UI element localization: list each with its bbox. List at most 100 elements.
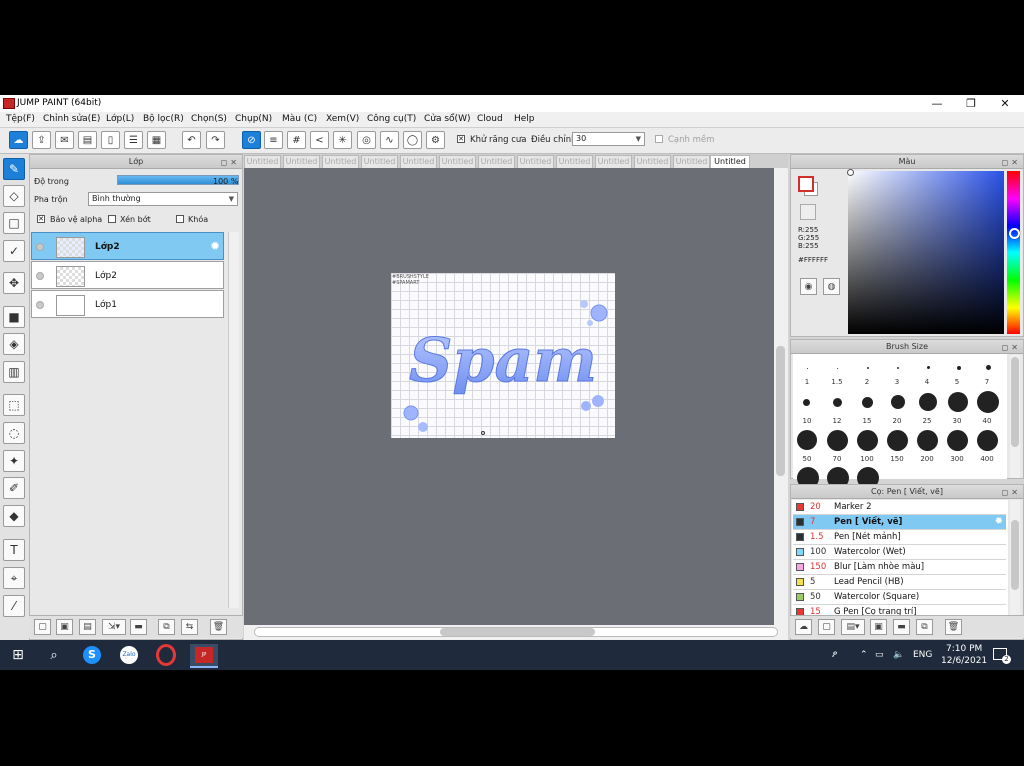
menu-window[interactable]: Cửa sổ(W)	[424, 114, 470, 124]
tab-untitled[interactable]: Untitled	[361, 155, 398, 168]
menu-select[interactable]: Chọn(S)	[191, 114, 227, 124]
brush-size-scrollbar[interactable]	[1010, 355, 1020, 478]
tray-chevron-icon[interactable]: ⌃	[860, 650, 868, 660]
eyedropper-tool-icon[interactable]: ⁄	[3, 595, 25, 617]
canvas-vertical-scrollbar[interactable]	[774, 168, 788, 625]
menu-help[interactable]: Help	[514, 114, 535, 124]
panel-close-icon[interactable]: ◻✕	[1002, 341, 1021, 354]
menu-color[interactable]: Màu (C)	[282, 114, 317, 124]
trash-icon[interactable]: 🗑	[210, 619, 227, 635]
ellipse-snap-icon[interactable]: ◯	[403, 131, 422, 149]
eraser-tool-icon[interactable]: ◇	[3, 185, 25, 207]
lock-checkbox[interactable]	[176, 215, 184, 223]
brush-menu-icon[interactable]: ▤▾	[841, 619, 865, 635]
lasso-tool-icon[interactable]: ◌	[3, 422, 25, 444]
search-icon[interactable]: ⌕	[42, 644, 66, 666]
cross-snap-icon[interactable]: #	[287, 131, 306, 149]
brush-item-blur[interactable]: 150 Blur [Làm nhòe màu]	[793, 560, 1006, 575]
export-icon[interactable]: ⇪	[32, 131, 51, 149]
scrollbar-thumb[interactable]	[1011, 357, 1019, 447]
circle-snap-icon[interactable]: ◎	[357, 131, 376, 149]
jump-paint-taskbar-icon[interactable]: JP	[190, 644, 218, 668]
scrollbar-thumb[interactable]	[776, 346, 785, 476]
canvas-horizontal-scrollbar[interactable]	[244, 625, 788, 640]
brush-size-grid[interactable]: 1 1.5 2 3 4 5 7 10 12 15 20 25 30 40 50 …	[793, 354, 1007, 489]
tab-untitled[interactable]: Untitled	[244, 155, 281, 168]
menu-cloud[interactable]: Cloud	[477, 114, 503, 124]
page-icon[interactable]: ▯	[101, 131, 120, 149]
menu-file[interactable]: Tệp(F)	[6, 114, 35, 124]
volume-icon[interactable]: 🔈	[893, 650, 904, 660]
brush-list-scrollbar[interactable]	[1010, 500, 1020, 618]
pen-tool-icon[interactable]: ✎	[3, 158, 25, 180]
panel-close-icon[interactable]: ◻✕	[1002, 486, 1021, 499]
folder-icon[interactable]: ▬	[893, 619, 910, 635]
adjust-select[interactable]: 30 ▼	[572, 132, 645, 146]
minimize-button[interactable]: —	[920, 95, 954, 112]
undo-icon[interactable]: ↶	[182, 131, 201, 149]
fill-rect-tool-icon[interactable]: ■	[3, 306, 25, 328]
zalo-icon[interactable]: Zalo	[117, 644, 141, 666]
tab-untitled-active[interactable]: Untitled	[710, 155, 750, 168]
settings-snap-icon[interactable]: ⚙	[426, 131, 445, 149]
rect-select-tool-icon[interactable]: ⬚	[3, 394, 25, 416]
layer-scrollbar[interactable]	[228, 232, 239, 608]
visibility-icon[interactable]	[36, 301, 44, 309]
skype-icon[interactable]: S	[80, 644, 104, 666]
brush-item-watercolor-wet[interactable]: 100 Watercolor (Wet)	[793, 545, 1006, 560]
menu-filter[interactable]: Bộ lọc(R)	[143, 114, 184, 124]
list-icon[interactable]: ☰	[124, 131, 143, 149]
move-tool-icon[interactable]: ✥	[3, 272, 25, 294]
menu-view[interactable]: Xem(V)	[326, 114, 359, 124]
tab-untitled[interactable]: Untitled	[556, 155, 593, 168]
tab-untitled[interactable]: Untitled	[322, 155, 359, 168]
people-icon[interactable]: ዖ	[832, 650, 837, 660]
close-button[interactable]: ✕	[988, 95, 1022, 112]
line-tool-icon[interactable]: ✓	[3, 240, 25, 262]
visibility-icon[interactable]	[36, 272, 44, 280]
magic-wand-tool-icon[interactable]: ✦	[3, 450, 25, 472]
text-tool-icon[interactable]: T	[3, 539, 25, 561]
rectangle-tool-icon[interactable]: □	[3, 212, 25, 234]
tab-untitled[interactable]: Untitled	[478, 155, 515, 168]
gradient-tool-icon[interactable]: ▥	[3, 361, 25, 383]
opera-icon[interactable]	[154, 644, 178, 666]
brush-item-pen-thin[interactable]: 1.5 Pen [Nét mảnh]	[793, 530, 1006, 545]
copy-layer-icon[interactable]: ▣	[56, 619, 73, 635]
parallel-snap-icon[interactable]: ≡	[264, 131, 283, 149]
menu-tools[interactable]: Công cụ(T)	[367, 114, 416, 124]
panel-close-icon[interactable]: ◻✕	[1002, 156, 1021, 169]
brush-copy-icon[interactable]: ▣	[870, 619, 887, 635]
clock-date[interactable]: 12/6/2021	[941, 656, 987, 666]
hue-slider[interactable]	[1007, 171, 1020, 334]
curve-snap-icon[interactable]: ∿	[380, 131, 399, 149]
clipping-checkbox[interactable]	[108, 215, 116, 223]
layer-row[interactable]: Lớp2	[31, 261, 224, 289]
tab-untitled[interactable]: Untitled	[673, 155, 710, 168]
visibility-icon[interactable]	[36, 243, 44, 251]
artboard-canvas[interactable]: #BRUSHSTYLE #SPAMART Spam	[391, 273, 615, 438]
layer-row[interactable]: Lớp1	[31, 290, 224, 318]
new-layer-icon[interactable]: ▢	[34, 619, 51, 635]
layer-menu-icon[interactable]: ⇲▾	[102, 619, 126, 635]
snap-off-icon[interactable]: ⊘	[242, 131, 261, 149]
hue-slider-handle[interactable]	[1009, 228, 1020, 239]
transfer-layer-icon[interactable]: ⇆	[181, 619, 198, 635]
operation-tool-icon[interactable]: ⌖	[3, 567, 25, 589]
bucket-tool-icon[interactable]: ◈	[3, 333, 25, 355]
tab-untitled[interactable]: Untitled	[517, 155, 554, 168]
brush-item-lead-pencil[interactable]: 5 Lead Pencil (HB)	[793, 575, 1006, 590]
tab-untitled[interactable]: Untitled	[283, 155, 320, 168]
new-brush-icon[interactable]: ▢	[818, 619, 835, 635]
merge-layer-icon[interactable]: ⧉	[158, 619, 175, 635]
foreground-color-swatch[interactable]	[798, 176, 814, 192]
clock-time[interactable]: 7:10 PM	[946, 644, 982, 654]
cloud-brush-icon[interactable]: ☁	[795, 619, 812, 635]
tab-untitled[interactable]: Untitled	[439, 155, 476, 168]
brush-item-watercolor-square[interactable]: 50 Watercolor (Square)	[793, 590, 1006, 605]
tab-untitled[interactable]: Untitled	[634, 155, 671, 168]
protect-alpha-checkbox[interactable]: ✕	[37, 215, 45, 223]
folder-icon[interactable]: ▬	[130, 619, 147, 635]
menu-layer[interactable]: Lớp(L)	[106, 114, 134, 124]
cloud-save-icon[interactable]: ☁	[9, 131, 28, 149]
